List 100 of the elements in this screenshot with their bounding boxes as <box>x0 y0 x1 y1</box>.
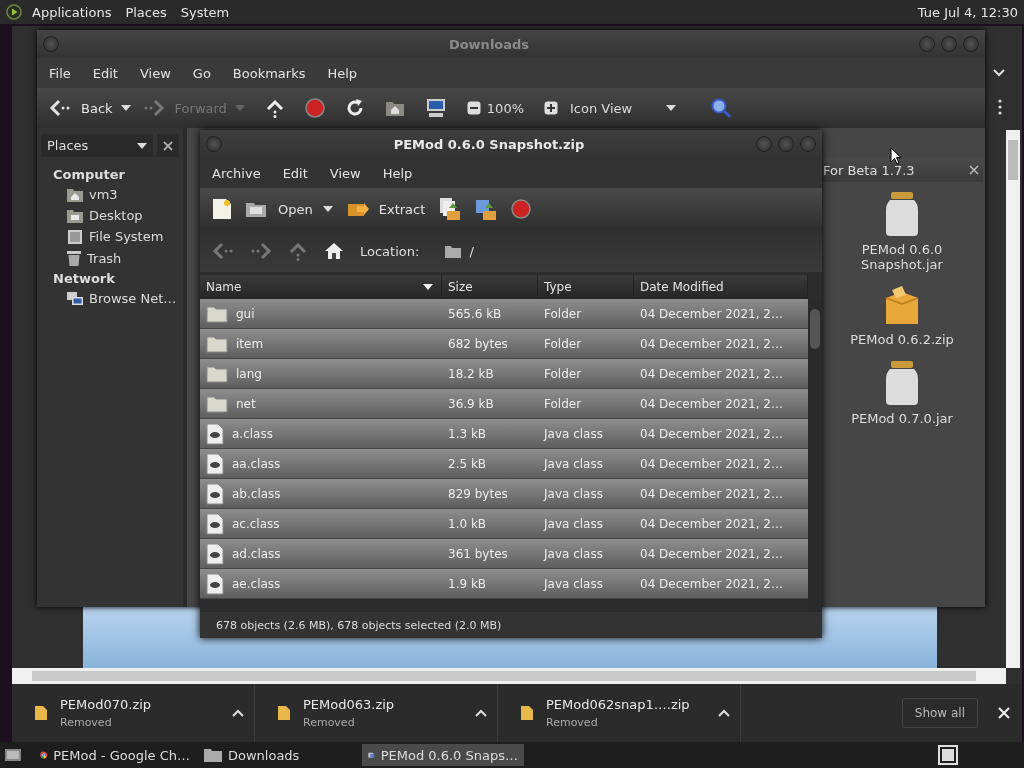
file-date: 04 December 2021, 2… <box>639 486 784 501</box>
home-icon[interactable] <box>324 242 344 260</box>
file-name[interactable]: PEMod 0.7.0.jar <box>842 411 962 426</box>
zip-file-icon <box>520 705 534 721</box>
sidebar-item[interactable]: Trash <box>87 250 122 266</box>
file-name[interactable]: PEMod 0.6.0 Snapshot.jar <box>842 242 962 272</box>
trash-icon <box>67 250 81 266</box>
caret-up-icon[interactable] <box>475 709 487 717</box>
close-icon[interactable] <box>969 165 979 175</box>
vertical-scrollbar[interactable] <box>808 299 822 612</box>
download-name[interactable]: PEMod070.zip <box>60 697 220 712</box>
download-name[interactable]: PEMod063.zip <box>303 697 463 712</box>
sidebar-item[interactable]: vm3 <box>89 187 118 202</box>
menu-item[interactable]: Bookmarks <box>232 65 306 81</box>
file-row[interactable]: aa.class 2.5 kB Java class 04 December 2021, 2… <box>200 449 808 479</box>
back-button[interactable]: Back <box>49 99 113 117</box>
close-icon <box>163 140 173 151</box>
desktop-icon[interactable] <box>4 747 22 763</box>
sidebar-item[interactable]: Browse Net… <box>89 291 177 306</box>
menu-item[interactable]: Go <box>192 65 211 81</box>
file-row[interactable]: gui 565.6 kB Folder 04 December 2021, 2… <box>200 299 808 329</box>
java-file-icon <box>206 452 224 475</box>
file-name[interactable]: PEMod 0.6.2.zip <box>842 332 962 347</box>
sidebar-item[interactable]: File System <box>89 229 164 244</box>
back-arrow-icon[interactable] <box>212 242 234 260</box>
menu-item[interactable]: File <box>49 65 71 81</box>
stop-icon[interactable] <box>304 98 325 118</box>
menu-icon[interactable] <box>998 99 1002 115</box>
add-folder-icon[interactable] <box>475 197 498 221</box>
search-icon[interactable] <box>710 97 732 119</box>
file-size: 18.2 kB <box>447 366 495 381</box>
file-name: item <box>236 336 264 351</box>
jar-icon[interactable] <box>884 361 920 405</box>
package-icon[interactable] <box>884 286 920 326</box>
menu-item[interactable]: Edit <box>282 165 308 181</box>
sidebar-item[interactable]: Desktop <box>89 208 143 223</box>
show-all-button[interactable]: Show all <box>901 698 978 728</box>
dropdown-arrow-icon[interactable] <box>120 105 131 111</box>
file-row[interactable]: item 682 bytes Folder 04 December 2021, 2… <box>200 329 808 359</box>
zoom-level: 100% <box>486 100 524 116</box>
file-size: 36.9 kB <box>447 396 495 411</box>
file-name: aa.class <box>232 456 281 471</box>
chevron-down-icon[interactable] <box>992 68 1006 78</box>
panel-menu[interactable]: Applications <box>32 4 112 20</box>
new-document-icon[interactable] <box>212 198 232 220</box>
home-folder-icon[interactable] <box>384 99 405 117</box>
sort-arrow-icon <box>423 284 433 290</box>
view-selector[interactable]: Icon View <box>570 100 654 116</box>
add-files-icon[interactable] <box>439 197 462 221</box>
menu-item[interactable]: Help <box>382 165 413 181</box>
file-row[interactable]: ad.class 361 bytes Java class 04 December 2021, 2… <box>200 539 808 569</box>
play-logo-icon[interactable] <box>6 4 22 20</box>
taskbar-button[interactable]: Downloads <box>198 744 360 766</box>
sidebar-heading: Computer <box>52 166 127 184</box>
panel-menu[interactable]: System <box>180 4 230 20</box>
stop-icon[interactable] <box>511 199 532 219</box>
close-button[interactable] <box>157 134 179 157</box>
menu-item[interactable]: View <box>329 165 361 181</box>
folder-icon <box>206 334 228 353</box>
computer-icon[interactable] <box>424 98 447 118</box>
menu-item[interactable]: Edit <box>92 65 118 81</box>
dropdown-arrow-icon[interactable] <box>322 206 333 212</box>
open-button[interactable]: Open <box>246 201 313 217</box>
workspace-icon[interactable] <box>938 745 958 765</box>
folder-icon <box>206 394 228 413</box>
caret-up-icon[interactable] <box>718 709 730 717</box>
file-row[interactable]: net 36.9 kB Folder 04 December 2021, 2… <box>200 389 808 419</box>
folder-icon <box>204 748 222 762</box>
file-date: 04 December 2021, 2… <box>639 306 784 321</box>
caret-up-icon[interactable] <box>232 709 244 717</box>
horizontal-scrollbar[interactable] <box>12 668 1006 684</box>
places-selector[interactable]: Places <box>41 134 153 157</box>
file-row[interactable]: lang 18.2 kB Folder 04 December 2021, 2… <box>200 359 808 389</box>
panel-menu[interactable]: Places <box>125 4 167 20</box>
download-name[interactable]: PEMod062snap1….zip <box>546 697 706 712</box>
file-row[interactable]: ae.class 1.9 kB Java class 04 December 2021, 2… <box>200 569 808 599</box>
taskbar-button[interactable]: PEMod 0.6.0 Snaps… <box>362 744 524 766</box>
zoom-out-icon[interactable] <box>466 101 481 115</box>
jar-icon[interactable] <box>884 192 920 236</box>
network-icon <box>67 291 83 306</box>
extract-button[interactable]: Extract <box>346 200 426 218</box>
menu-item[interactable]: View <box>139 65 171 81</box>
clock[interactable]: Tue Jul 4, 12:30 <box>917 4 1018 20</box>
up-arrow-icon[interactable] <box>264 98 285 118</box>
file-size: 1.9 kB <box>447 576 488 591</box>
zoom-in-icon[interactable] <box>544 101 558 115</box>
taskbar-button[interactable]: PEMod - Google Ch… <box>34 744 196 766</box>
forward-arrow-icon[interactable] <box>250 242 272 260</box>
menu-item[interactable]: Archive <box>212 165 261 181</box>
file-row[interactable]: a.class 1.3 kB Java class 04 December 2021, 2… <box>200 419 808 449</box>
dropdown-arrow-icon[interactable] <box>666 105 676 111</box>
location-field[interactable]: / <box>445 243 474 259</box>
menu-item[interactable]: Help <box>327 65 358 81</box>
window-title: Downloads <box>447 36 531 52</box>
vertical-scrollbar[interactable] <box>1006 130 1020 668</box>
file-row[interactable]: ab.class 829 bytes Java class 04 December 2021, 2… <box>200 479 808 509</box>
tab[interactable]: For Beta 1.7.3 <box>819 158 983 182</box>
file-row[interactable]: ac.class 1.0 kB Java class 04 December 2021, 2… <box>200 509 808 539</box>
file-type: Folder <box>543 366 583 381</box>
reload-icon[interactable] <box>344 98 365 118</box>
